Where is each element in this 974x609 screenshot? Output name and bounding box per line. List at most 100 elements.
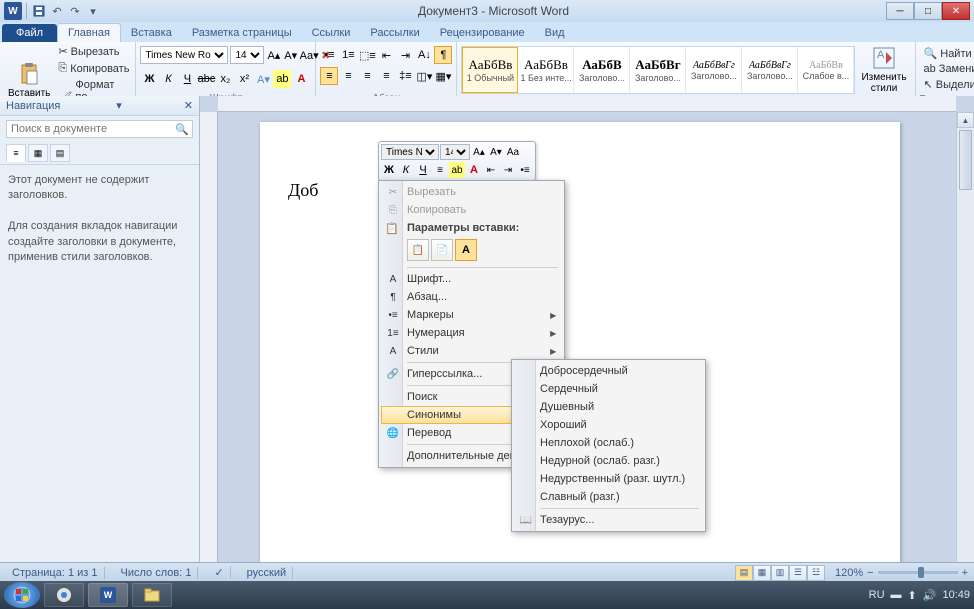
- ctx-font[interactable]: AШрифт...: [381, 270, 562, 288]
- vertical-ruler[interactable]: [200, 112, 218, 581]
- show-marks-icon[interactable]: ¶: [434, 46, 452, 64]
- highlight-icon[interactable]: ab: [273, 70, 291, 88]
- select-button[interactable]: ↖Выделить: [922, 77, 974, 92]
- style-heading1[interactable]: АаБбВЗаголово...: [574, 47, 630, 93]
- font-size-select[interactable]: 14: [230, 46, 264, 64]
- grow-font-icon[interactable]: A▴: [266, 46, 281, 64]
- synonym-item-4[interactable]: Неплохой (ослаб.): [514, 434, 703, 452]
- status-language[interactable]: русский: [241, 567, 293, 579]
- maximize-button[interactable]: □: [914, 2, 942, 20]
- align-right-icon[interactable]: ≡: [358, 67, 376, 85]
- paste-opt-keep-source[interactable]: 📋: [407, 239, 429, 261]
- tab-file[interactable]: Файл: [2, 24, 57, 42]
- superscript-button[interactable]: x²: [235, 70, 253, 88]
- underline-button[interactable]: Ч: [178, 70, 196, 88]
- mini-font-select[interactable]: Times Ne: [381, 144, 439, 160]
- align-justify-icon[interactable]: ≡: [377, 67, 395, 85]
- synonym-item-5[interactable]: Недурной (ослаб. разг.): [514, 452, 703, 470]
- search-icon[interactable]: 🔍: [175, 123, 189, 136]
- font-color-icon[interactable]: A: [292, 70, 310, 88]
- view-draft-icon[interactable]: ☳: [807, 565, 825, 581]
- paste-opt-merge[interactable]: 📄: [431, 239, 453, 261]
- change-styles-button[interactable]: A Изменить стили: [857, 44, 910, 96]
- sort-icon[interactable]: A↓: [415, 46, 433, 64]
- style-heading2[interactable]: АаБбВгЗаголово...: [630, 47, 686, 93]
- cut-button[interactable]: ✂Вырезать: [56, 44, 131, 59]
- ctx-styles[interactable]: AСтили▶: [381, 342, 562, 360]
- style-normal[interactable]: АаБбВв1 Обычный: [462, 47, 518, 93]
- tray-lang[interactable]: RU: [869, 589, 885, 601]
- mini-highlight-icon[interactable]: ab: [449, 162, 465, 178]
- italic-button[interactable]: К: [159, 70, 177, 88]
- zoom-in-icon[interactable]: +: [962, 567, 968, 579]
- mini-grow-icon[interactable]: A▴: [471, 144, 487, 160]
- tab-pagelayout[interactable]: Разметка страницы: [182, 24, 302, 42]
- mini-styles-icon[interactable]: Aa: [505, 144, 521, 160]
- zoom-slider[interactable]: [878, 571, 958, 574]
- line-spacing-icon[interactable]: ‡≡: [396, 67, 414, 85]
- taskbar-word[interactable]: W: [88, 583, 128, 607]
- word-app-icon[interactable]: W: [4, 2, 22, 20]
- replace-button[interactable]: abЗаменить: [922, 62, 974, 76]
- align-left-icon[interactable]: ≡: [320, 67, 338, 85]
- multilevel-icon[interactable]: ⬚≡: [358, 46, 376, 64]
- bold-button[interactable]: Ж: [140, 70, 158, 88]
- mini-size-select[interactable]: 14: [440, 144, 470, 160]
- view-web-icon[interactable]: ▥: [771, 565, 789, 581]
- horizontal-ruler[interactable]: [218, 96, 956, 112]
- view-print-icon[interactable]: ▤: [735, 565, 753, 581]
- taskbar-explorer[interactable]: [132, 583, 172, 607]
- qat-undo-icon[interactable]: ↶: [49, 3, 65, 19]
- style-subtle[interactable]: АаБбВвСлабое в...: [798, 47, 854, 93]
- bullets-icon[interactable]: •≡: [320, 46, 338, 64]
- style-gallery[interactable]: АаБбВв1 Обычный АаБбВв1 Без инте... АаБб…: [461, 46, 855, 94]
- font-name-select[interactable]: Times New Ro: [140, 46, 228, 64]
- borders-icon[interactable]: ▦▾: [434, 67, 452, 85]
- mini-italic-icon[interactable]: К: [398, 162, 414, 178]
- style-heading3[interactable]: АаБбВвГгЗаголово...: [686, 47, 742, 93]
- mini-underline-icon[interactable]: Ч: [415, 162, 431, 178]
- find-button[interactable]: 🔍Найти: [922, 46, 974, 61]
- synonym-thesaurus[interactable]: 📖Тезаурус...: [514, 511, 703, 529]
- view-outline-icon[interactable]: ☰: [789, 565, 807, 581]
- synonym-item-7[interactable]: Славный (разг.): [514, 488, 703, 506]
- mini-fontcolor-icon[interactable]: A: [466, 162, 482, 178]
- synonym-item-6[interactable]: Недурственный (разг. шутл.): [514, 470, 703, 488]
- tray-volume-icon[interactable]: 🔊: [923, 589, 937, 602]
- navpane-close-icon[interactable]: ✕: [184, 99, 193, 112]
- ctx-bullets[interactable]: •≡Маркеры▶: [381, 306, 562, 324]
- navpane-tab-results[interactable]: ▤: [50, 144, 70, 162]
- indent-decrease-icon[interactable]: ⇤: [377, 46, 395, 64]
- tray-flag-icon[interactable]: ▬: [891, 589, 902, 601]
- tab-references[interactable]: Ссылки: [302, 24, 361, 42]
- paste-button[interactable]: Вставить: [4, 60, 54, 101]
- status-page[interactable]: Страница: 1 из 1: [6, 567, 105, 579]
- zoom-out-icon[interactable]: −: [867, 567, 873, 579]
- scrollbar-thumb[interactable]: [959, 130, 972, 190]
- mini-align-icon[interactable]: ≡: [432, 162, 448, 178]
- paste-opt-text-only[interactable]: A: [455, 239, 477, 261]
- shading-icon[interactable]: ◫▾: [415, 67, 433, 85]
- start-button[interactable]: [4, 582, 40, 608]
- style-heading4[interactable]: АаБбВвГгЗаголово...: [742, 47, 798, 93]
- qat-dropdown-icon[interactable]: ▾: [85, 3, 101, 19]
- tray-clock[interactable]: 10:49: [942, 589, 970, 601]
- mini-indent-dec-icon[interactable]: ⇤: [483, 162, 499, 178]
- synonym-item-1[interactable]: Сердечный: [514, 380, 703, 398]
- tray-network-icon[interactable]: ⬆: [908, 589, 917, 602]
- navpane-tab-pages[interactable]: ▦: [28, 144, 48, 162]
- navpane-tab-headings[interactable]: ≡: [6, 144, 26, 162]
- view-reading-icon[interactable]: ▦: [753, 565, 771, 581]
- scroll-up-icon[interactable]: ▲: [957, 112, 974, 128]
- taskbar-chrome[interactable]: [44, 583, 84, 607]
- vertical-scrollbar[interactable]: ▲: [956, 112, 974, 581]
- strike-button[interactable]: abc: [197, 70, 215, 88]
- numbering-icon[interactable]: 1≡: [339, 46, 357, 64]
- tab-review[interactable]: Рецензирование: [430, 24, 535, 42]
- ctx-paragraph[interactable]: ¶Абзац...: [381, 288, 562, 306]
- mini-bullets-icon[interactable]: •≡: [517, 162, 533, 178]
- navpane-dropdown-icon[interactable]: ▾: [116, 99, 122, 112]
- tab-home[interactable]: Главная: [57, 23, 121, 42]
- synonym-item-2[interactable]: Душевный: [514, 398, 703, 416]
- shrink-font-icon[interactable]: A▾: [283, 46, 298, 64]
